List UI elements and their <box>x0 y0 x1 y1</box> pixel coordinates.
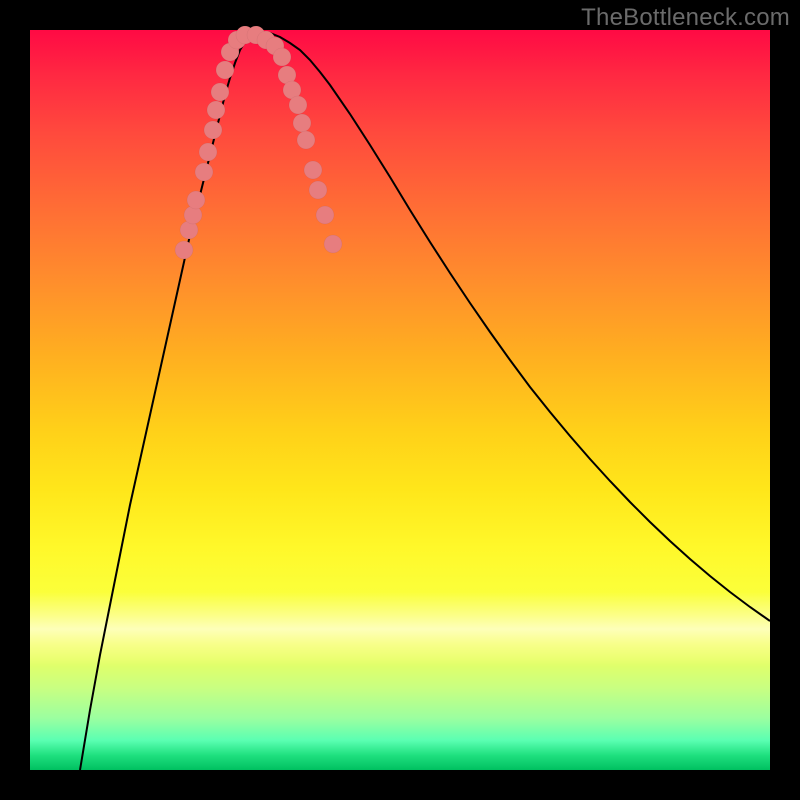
marker-dot <box>175 241 193 259</box>
marker-dot-group <box>175 26 342 259</box>
marker-dot <box>316 206 334 224</box>
marker-dot <box>304 161 322 179</box>
chart-frame <box>30 30 770 770</box>
marker-dot <box>187 191 205 209</box>
marker-dot <box>199 143 217 161</box>
marker-dot <box>207 101 225 119</box>
bottleneck-curve <box>80 32 770 770</box>
marker-dot <box>324 235 342 253</box>
marker-dot <box>293 114 311 132</box>
marker-dot <box>195 163 213 181</box>
chart-svg <box>30 30 770 770</box>
watermark-text: TheBottleneck.com <box>581 4 790 32</box>
marker-dot <box>289 96 307 114</box>
marker-dot <box>211 83 229 101</box>
marker-dot <box>297 131 315 149</box>
marker-dot <box>309 181 327 199</box>
marker-dot <box>204 121 222 139</box>
marker-dot <box>216 61 234 79</box>
marker-dot <box>273 48 291 66</box>
